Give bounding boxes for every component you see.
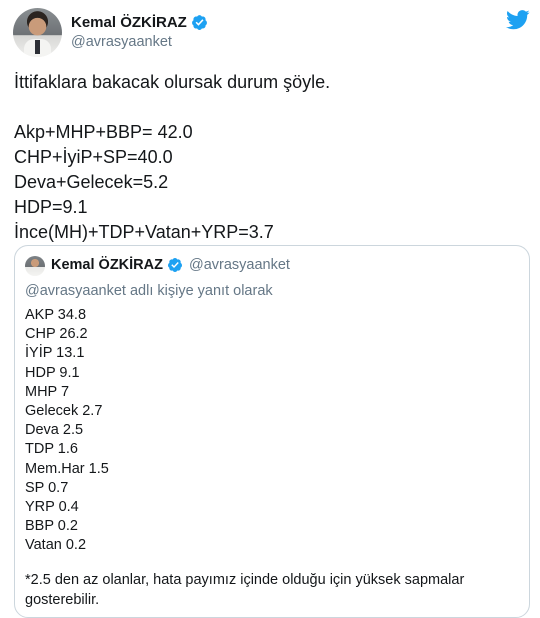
verified-badge-icon [191,15,207,30]
twitter-bird-icon[interactable] [506,10,530,30]
result-item: Gelecek 2.7 [25,402,103,419]
result-item: Mem.Har 1.5 [25,460,109,477]
author-name[interactable]: Kemal ÖZKİRAZ [71,14,187,31]
reply-context: @avrasyaanket adlı kişiye yanıt olarak [25,283,273,299]
result-item: İYİP 13.1 [25,345,85,362]
tweet-line: HDP=9.1 [14,197,88,217]
result-item: YRP 0.4 [25,498,79,515]
quoted-author-handle: @avrasyaanket [189,257,290,273]
quoted-author-name: Kemal ÖZKİRAZ [51,257,163,273]
result-item: AKP 34.8 [25,307,87,323]
tweet-line: Deva+Gelecek=5.2 [14,172,169,192]
result-item: SP 0.7 [25,479,69,496]
tweet-body: İttifaklara bakacak olursak durum şöyle.… [14,70,330,245]
quoted-tweet[interactable]: Kemal ÖZKİRAZ @avrasyaanket @avrasyaanke… [14,245,530,618]
result-item: Vatan 0.2 [25,537,87,554]
footnote: *2.5 den az olanlar, hata payımız içinde… [25,572,465,608]
tweet-intro: İttifaklara bakacak olursak durum şöyle. [14,72,331,92]
author-name-row: Kemal ÖZKİRAZ [71,14,208,31]
tweet-card: Kemal ÖZKİRAZ @avrasyaanket İttifaklara … [0,0,540,618]
result-item: TDP 1.6 [25,441,78,458]
result-item: MHP 7 [25,383,70,400]
result-item: CHP 26.2 [25,326,88,343]
author-handle[interactable]: @avrasyaanket [71,34,172,50]
poll-results-list: AKP 34.8 CHP 26.2 İYİP 13.1 HDP 9.1 MHP … [25,306,109,555]
tweet-line: Akp+MHP+BBP= 42.0 [14,122,193,142]
verified-badge-icon [167,258,182,272]
quoted-author-avatar [25,256,45,276]
author-avatar[interactable] [13,8,62,57]
result-item: BBP 0.2 [25,518,78,535]
quoted-header: Kemal ÖZKİRAZ @avrasyaanket [51,257,290,273]
tweet-line: CHP+İyiP+SP=40.0 [14,147,173,167]
result-item: HDP 9.1 [25,364,80,381]
tweet-line: İnce(MH)+TDP+Vatan+YRP=3.7 [14,222,274,242]
result-item: Deva 2.5 [25,422,84,439]
